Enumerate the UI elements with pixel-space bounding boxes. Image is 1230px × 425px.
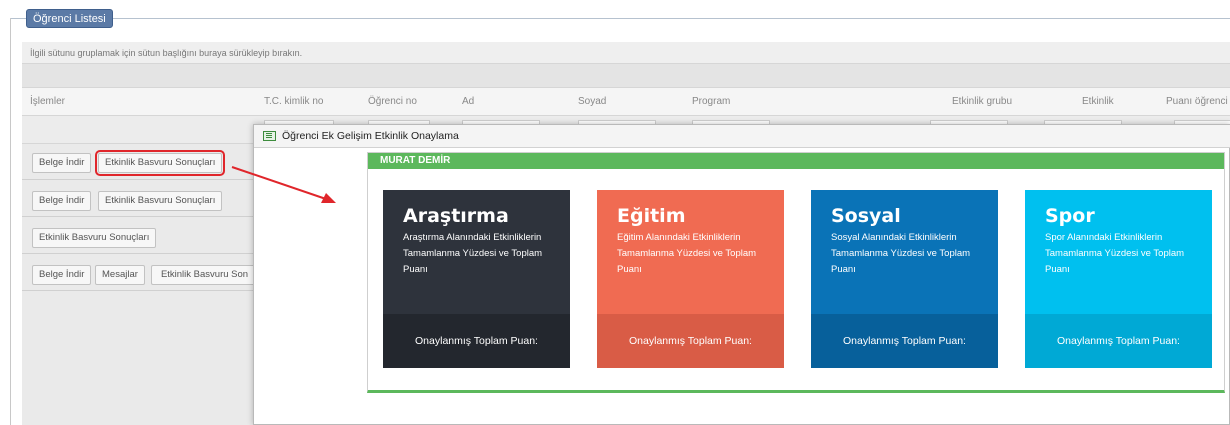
column-header-name[interactable]: Ad <box>462 96 474 107</box>
card-approved-score: Onaylanmış Toplam Puan: <box>811 314 998 368</box>
fieldset-border <box>10 18 11 425</box>
activity-application-results-button[interactable]: Etkinlik Basvuru Son <box>151 265 257 285</box>
card-title: Araştırma <box>403 205 509 227</box>
fieldset-border <box>10 18 26 19</box>
card-description: Araştırma Alanındaki Etkinliklerin Tamam… <box>403 232 543 275</box>
column-header-student-no[interactable]: Öğrenci no <box>368 96 417 107</box>
fieldset-border <box>104 18 1230 19</box>
student-panel: MURAT DEMİR Araştırma Araştırma Alanında… <box>367 152 1225 393</box>
card-approved-score: Onaylanmış Toplam Puan: <box>1025 314 1212 368</box>
download-document-button[interactable]: Belge İndir <box>32 265 92 285</box>
actions-column: Belge İndir Etkinlik Basvuru Sonuçları B… <box>22 144 257 425</box>
research-card[interactable]: Araştırma Araştırma Alanındaki Etkinlikl… <box>383 190 570 368</box>
download-document-button[interactable]: Belge İndir <box>32 191 92 211</box>
window-icon <box>263 131 276 141</box>
activity-application-results-button[interactable]: Etkinlik Basvuru Sonuçları <box>32 228 157 248</box>
row-divider <box>22 179 257 180</box>
row-divider <box>22 253 257 254</box>
grid-toolbar <box>22 64 1230 88</box>
card-title: Sosyal <box>831 205 901 227</box>
download-document-button[interactable]: Belge İndir <box>32 153 92 173</box>
card-approved-score: Onaylanmış Toplam Puan: <box>597 314 784 368</box>
student-name-header: MURAT DEMİR <box>368 153 1224 169</box>
education-card[interactable]: Eğitim Eğitim Alanındaki Etkinliklerin T… <box>597 190 784 368</box>
grid-header: İşlemler T.C. kimlik no Öğrenci no Ad So… <box>22 88 1230 116</box>
column-header-surname[interactable]: Soyad <box>578 96 606 107</box>
card-title: Eğitim <box>617 205 686 227</box>
column-header-activity[interactable]: Etkinlik <box>1082 96 1114 107</box>
column-header-tc-id[interactable]: T.C. kimlik no <box>264 96 323 107</box>
column-header-program[interactable]: Program <box>692 96 730 107</box>
column-header-actions[interactable]: İşlemler <box>30 96 65 107</box>
row-divider <box>22 290 257 291</box>
window-titlebar[interactable]: Öğrenci Ek Gelişim Etkinlik Onaylama <box>254 125 1230 148</box>
window-title: Öğrenci Ek Gelişim Etkinlik Onaylama <box>282 130 459 142</box>
column-header-score[interactable]: Puanı öğrenci <box>1166 96 1228 107</box>
card-approved-score: Onaylanmış Toplam Puan: <box>383 314 570 368</box>
card-description: Eğitim Alanındaki Etkinliklerin Tamamlan… <box>617 232 757 275</box>
card-title: Spor <box>1045 205 1095 227</box>
sport-card[interactable]: Spor Spor Alanındaki Etkinliklerin Tamam… <box>1025 190 1212 368</box>
messages-button[interactable]: Mesajlar <box>95 265 145 285</box>
activity-application-results-button[interactable]: Etkinlik Basvuru Sonuçları <box>98 191 223 211</box>
fieldset-legend: Öğrenci Listesi <box>26 9 113 28</box>
group-drop-area[interactable]: İlgili sütunu gruplamak için sütun başlı… <box>22 42 1230 64</box>
row-divider <box>22 216 257 217</box>
card-description: Spor Alanındaki Etkinliklerin Tamamlanma… <box>1045 232 1185 275</box>
activity-application-results-button[interactable]: Etkinlik Basvuru Sonuçları <box>94 150 226 176</box>
card-description: Sosyal Alanındaki Etkinliklerin Tamamlan… <box>831 232 971 275</box>
social-card[interactable]: Sosyal Sosyal Alanındaki Etkinliklerin T… <box>811 190 998 368</box>
column-header-activity-group[interactable]: Etkinlik grubu <box>952 96 1012 107</box>
